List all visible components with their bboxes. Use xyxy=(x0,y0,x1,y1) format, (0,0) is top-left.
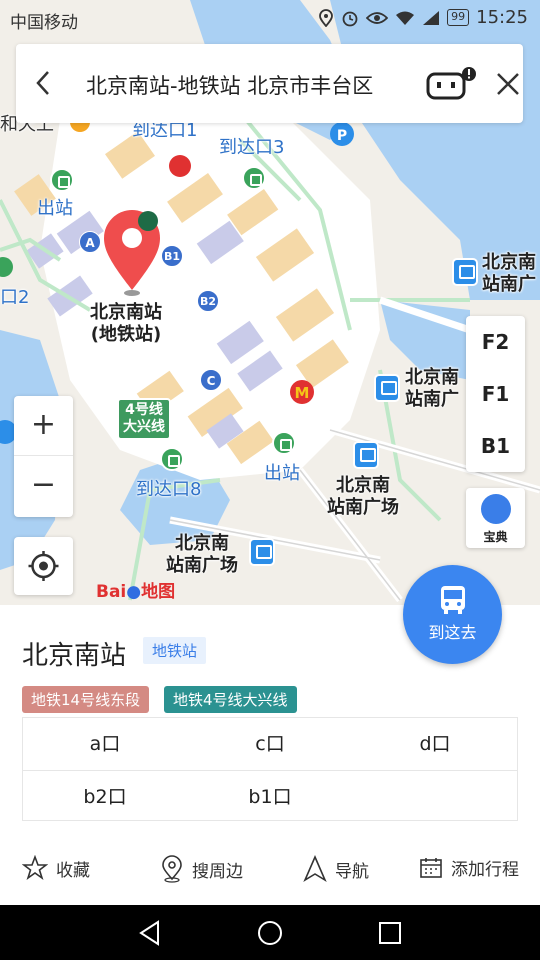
nearby-button[interactable]: 搜周边 xyxy=(160,855,243,883)
bus-stop-label-right-top: 北京南 站南广 xyxy=(482,252,536,295)
favorite-label: 收藏 xyxy=(56,860,90,881)
go-here-button[interactable]: 到这去 xyxy=(403,565,502,664)
navigate-button[interactable]: 导航 xyxy=(303,855,369,883)
exit-icon[interactable] xyxy=(50,168,74,192)
exit-icon[interactable] xyxy=(242,166,266,190)
baodian-button[interactable]: 宝典 xyxy=(466,488,525,548)
floor-switcher: F2 F1 B1 xyxy=(466,316,525,472)
zoom-control: + − xyxy=(14,396,73,517)
floor-b1[interactable]: B1 xyxy=(466,420,525,472)
exit-icon[interactable] xyxy=(272,431,296,455)
back-icon[interactable] xyxy=(136,919,164,947)
add-trip-button[interactable]: 添加行程 xyxy=(419,855,519,880)
station-marker-label: 北京南站 (地铁站) xyxy=(90,302,162,345)
bus-stop-icon[interactable] xyxy=(452,258,478,286)
calendar-icon xyxy=(420,857,442,878)
navigation-arrow-icon xyxy=(303,855,327,882)
nearby-label: 搜周边 xyxy=(192,861,243,882)
location-icon xyxy=(319,8,334,27)
favorite-button[interactable]: 收藏 xyxy=(22,855,90,881)
bus-stop-label-right-mid: 北京南 站南广 xyxy=(405,367,459,410)
map-label-outbound-bottom: 出站 xyxy=(264,463,300,484)
search-title[interactable]: 北京南站-地铁站 北京市丰台区 xyxy=(86,70,373,100)
bus-stop-icon[interactable] xyxy=(374,374,400,402)
zoom-out-button[interactable]: − xyxy=(14,456,73,516)
system-nav-bar xyxy=(0,905,540,960)
bus-stop-label-center: 北京南 站南广场 xyxy=(327,475,399,518)
line4-badge: 4号线 大兴线 xyxy=(117,398,171,440)
baodian-label: 宝典 xyxy=(483,530,508,544)
zoom-in-button[interactable]: + xyxy=(14,396,73,456)
poi-exit-b2[interactable]: B2 xyxy=(197,290,219,312)
floor-f1[interactable]: F1 xyxy=(466,368,525,420)
line-tag-4[interactable]: 地铁4号线大兴线 xyxy=(164,686,297,713)
map-label-exit-8: 到达口8 xyxy=(136,479,202,500)
exit-b2[interactable]: b2口 xyxy=(23,771,187,823)
crosshair-icon xyxy=(28,551,59,581)
svg-text:P: P xyxy=(337,128,347,144)
map-label-exit-3: 到达口3 xyxy=(219,137,285,158)
star-icon xyxy=(22,855,48,881)
baidu-logo: Bai●地图 xyxy=(96,582,176,602)
bus-stop-label-bottom: 北京南 站南广场 xyxy=(166,533,238,576)
map-app: M P 和天上 到达口1 到达口3 出站 口2 到达口8 出站 北京南站 (地铁… xyxy=(0,0,540,960)
search-bar[interactable]: 北京南站-地铁站 北京市丰台区 xyxy=(16,44,523,123)
location-pin-icon xyxy=(162,855,182,883)
line-tag-14[interactable]: 地铁14号线东段 xyxy=(22,686,150,713)
exit-row: a口 c口 d口 xyxy=(23,718,517,770)
locate-button[interactable] xyxy=(14,537,73,595)
place-name: 北京南站 xyxy=(22,641,127,671)
exit-d[interactable]: d口 xyxy=(353,718,517,770)
svg-text:M: M xyxy=(295,384,310,402)
back-arrow-icon[interactable] xyxy=(28,66,58,100)
status-bar: 中国移动 99 15:25 xyxy=(0,0,540,36)
go-here-label: 到这去 xyxy=(428,623,477,642)
alarm-icon xyxy=(342,11,358,26)
map-label-exit-2: 口2 xyxy=(0,287,30,308)
signal-icon xyxy=(423,10,440,25)
battery-indicator: 99 xyxy=(447,9,470,26)
add-trip-label: 添加行程 xyxy=(451,860,519,880)
poi-exit-a[interactable]: A xyxy=(79,231,101,253)
exit-a[interactable]: a口 xyxy=(23,718,187,770)
navigate-label: 导航 xyxy=(335,861,369,882)
home-icon[interactable] xyxy=(256,919,284,947)
poi-exit-b1[interactable]: B1 xyxy=(161,245,183,267)
map-label-exit-1: 到达口1 xyxy=(132,120,198,141)
close-icon[interactable] xyxy=(492,68,524,100)
recents-icon[interactable] xyxy=(376,919,404,947)
exit-b1[interactable]: b1口 xyxy=(188,771,352,823)
status-icons: 99 15:25 xyxy=(318,7,528,28)
exit-grid: a口 c口 d口 b2口 b1口 xyxy=(22,717,518,821)
eye-icon xyxy=(366,11,389,24)
voice-assistant-icon[interactable] xyxy=(425,66,479,102)
bus-icon xyxy=(440,586,465,614)
clock: 15:25 xyxy=(476,7,528,28)
exit-c[interactable]: c口 xyxy=(188,718,352,770)
floor-f2[interactable]: F2 xyxy=(466,316,525,368)
map-label-outbound-left: 出站 xyxy=(37,198,73,219)
action-bar: 收藏 搜周边 导航 添加行程 xyxy=(0,855,540,895)
compass-icon xyxy=(480,494,511,524)
wifi-icon xyxy=(396,11,415,25)
exit-row: b2口 b1口 xyxy=(23,770,517,822)
place-type-tag: 地铁站 xyxy=(143,637,207,664)
carrier-name: 中国移动 xyxy=(10,13,78,33)
poi-exit-c[interactable]: C xyxy=(200,369,222,391)
bus-stop-icon[interactable] xyxy=(353,441,379,469)
bus-stop-icon[interactable] xyxy=(249,538,275,566)
exit-icon[interactable] xyxy=(160,447,184,471)
